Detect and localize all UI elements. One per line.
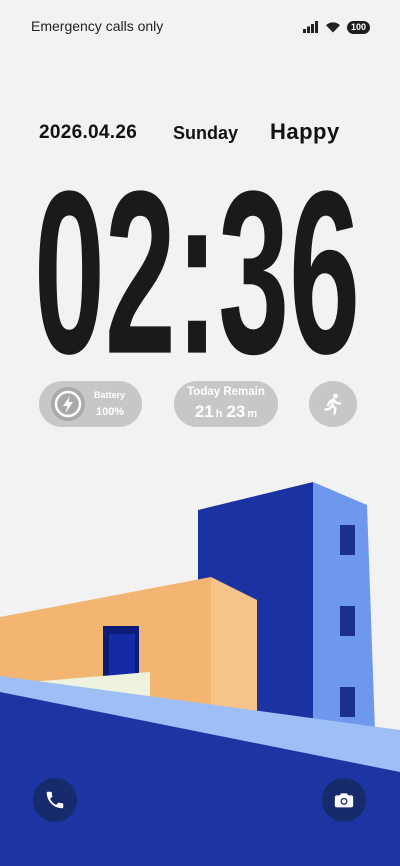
battery-widget-value: 100%	[96, 406, 125, 418]
carrier-text: Emergency calls only	[31, 18, 164, 34]
orange-building-door-inner	[109, 634, 135, 678]
remain-minutes-unit: m	[247, 408, 258, 420]
status-bar: Emergency calls only 100	[0, 0, 400, 54]
today-remain-widget[interactable]: Today Remain 21 h 23 m	[174, 381, 278, 427]
phone-shortcut-button[interactable]	[33, 778, 77, 822]
status-icons: 100	[302, 18, 370, 36]
today-remain-time: 21 h 23 m	[174, 402, 278, 422]
camera-shortcut-button[interactable]	[322, 778, 366, 822]
signal-icon	[302, 21, 318, 33]
camera-icon	[334, 793, 354, 808]
remain-hours: 21	[194, 402, 214, 421]
lightning-bolt-icon	[54, 390, 82, 418]
clock-time: 02:36	[34, 148, 360, 360]
weekday-text: Sunday	[173, 123, 239, 143]
remain-hours-unit: h	[215, 408, 223, 420]
today-remain-label: Today Remain	[187, 386, 265, 398]
battery-widget-label: Battery	[94, 390, 126, 400]
lock-screen: Emergency calls only 100 2026.04.26 Sund…	[0, 0, 400, 866]
phone-icon	[46, 791, 64, 809]
wifi-icon	[325, 22, 340, 33]
tower-window	[340, 606, 355, 636]
orange-building-side	[211, 577, 257, 712]
activity-widget[interactable]	[309, 381, 357, 427]
mood-text: Happy	[270, 119, 340, 144]
battery-widget[interactable]: Battery 100%	[39, 381, 142, 427]
running-person-icon	[324, 393, 342, 415]
battery-indicator: 100	[346, 20, 370, 34]
bolt-circle	[51, 387, 85, 421]
clock: 02:36	[34, 148, 360, 360]
tower-window	[340, 687, 355, 717]
tower-window	[340, 525, 355, 555]
remain-minutes: 23	[226, 402, 246, 421]
date-text: 2026.04.26	[39, 122, 138, 143]
